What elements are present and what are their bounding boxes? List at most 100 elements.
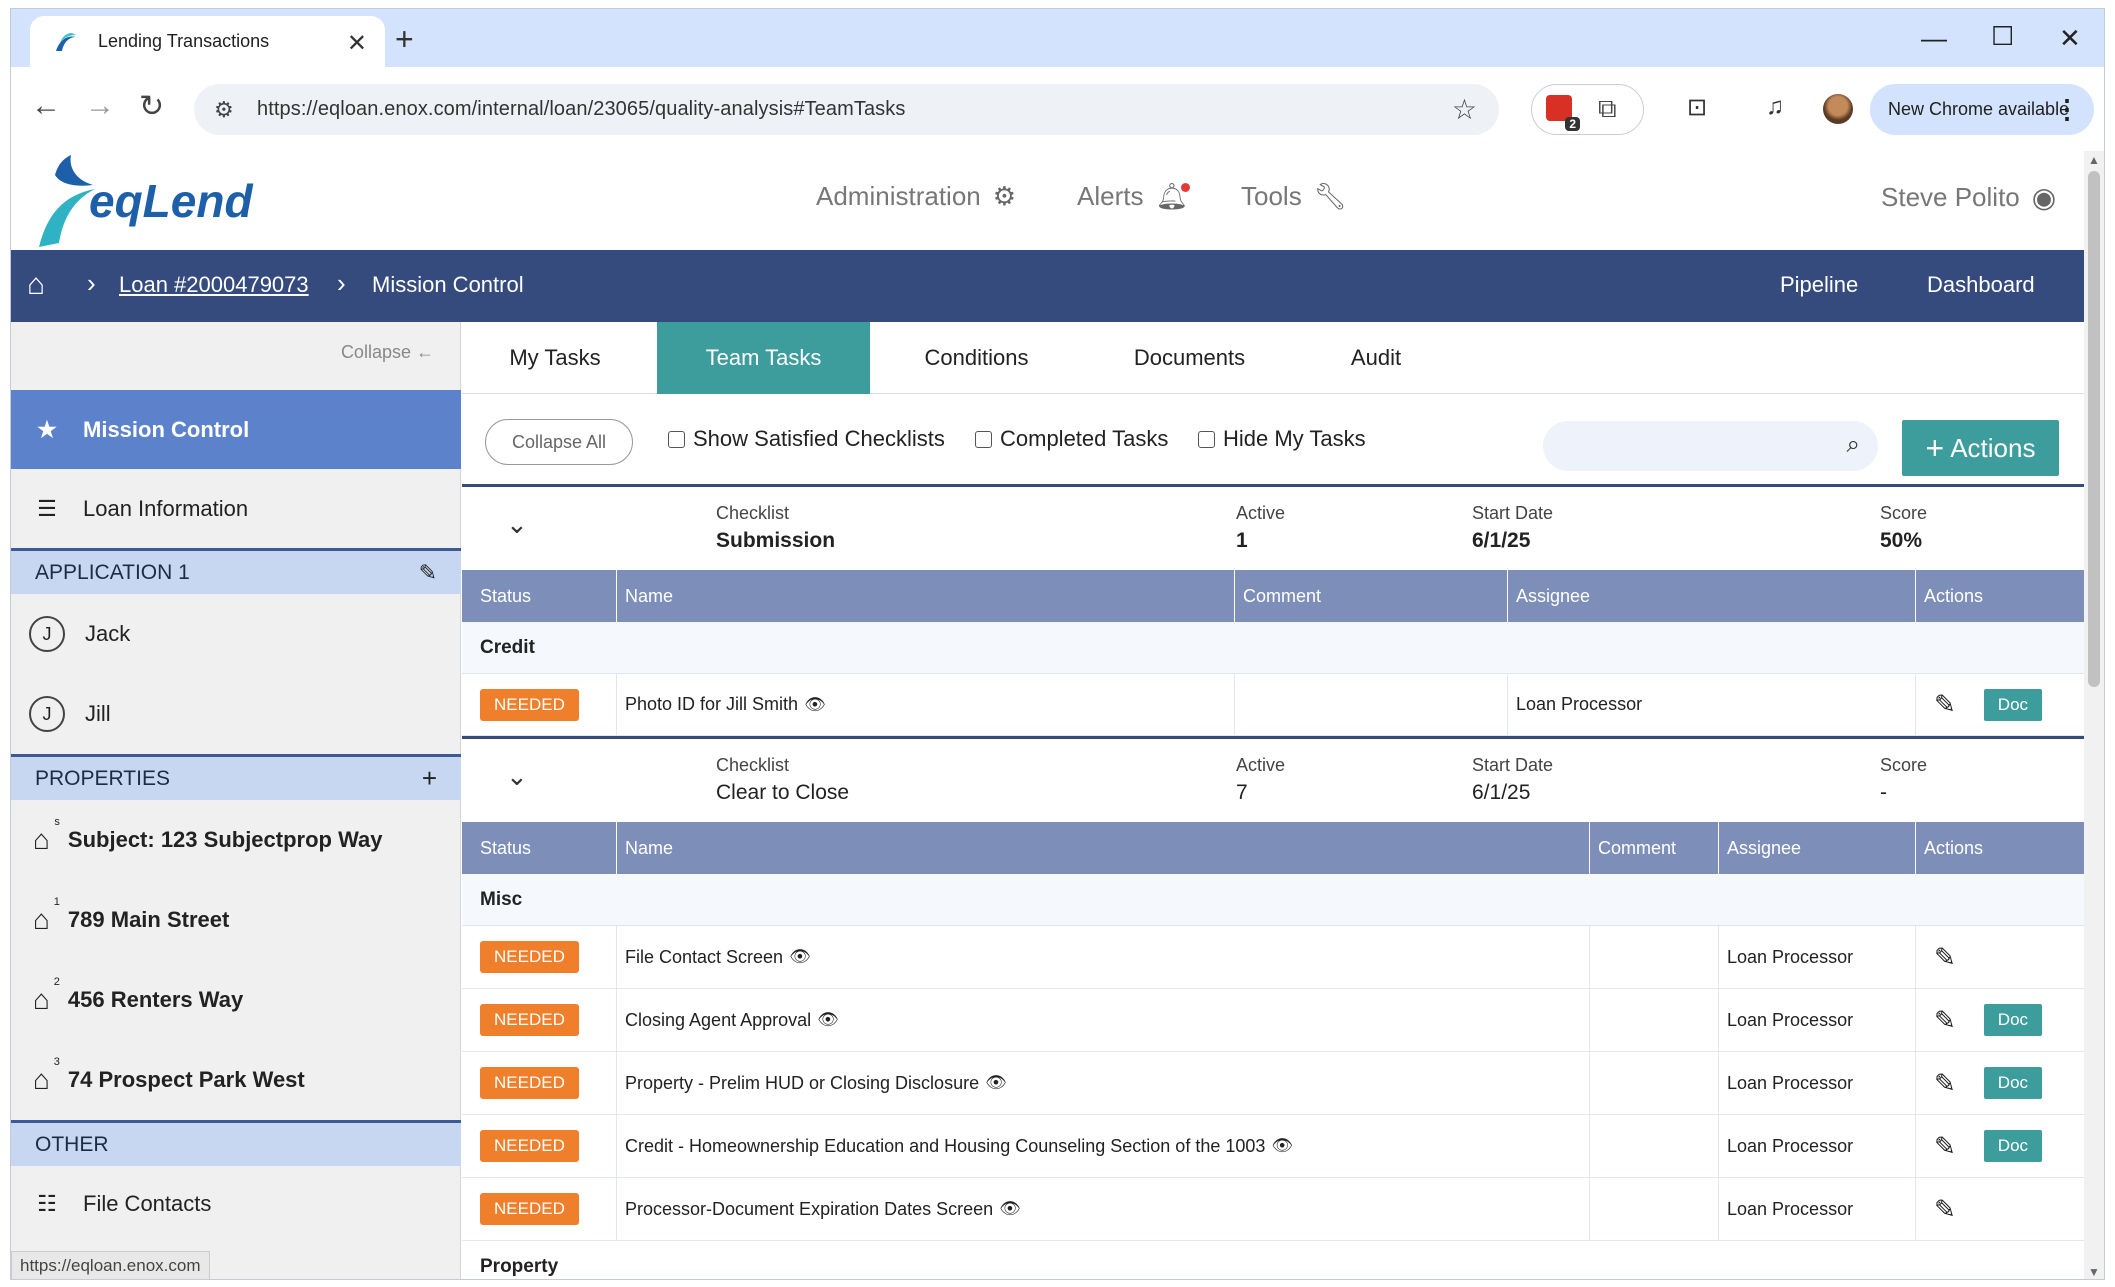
actions-button[interactable]: + Actions: [1902, 420, 2059, 476]
task-name[interactable]: Credit - Homeownership Education and Hou…: [625, 1136, 1265, 1157]
task-name[interactable]: Photo ID for Jill Smith: [625, 694, 798, 715]
dashboard-link[interactable]: Dashboard: [1927, 272, 2035, 298]
sidebar-item-property[interactable]: ⌂ 1 789 Main Street: [11, 880, 461, 960]
media-control-icon[interactable]: ♫: [1766, 93, 1784, 121]
show-satisfied-checkbox[interactable]: Show Satisfied Checklists: [668, 426, 945, 452]
table-row: NEEDED Photo ID for Jill Smith 👁︎ Loan Pr…: [462, 674, 2086, 736]
sidebar-item-applicant[interactable]: J Jack: [11, 594, 461, 674]
column-status[interactable]: Status: [462, 822, 616, 874]
eye-icon[interactable]: 👁︎: [999, 1199, 1021, 1219]
profile-avatar[interactable]: [1823, 94, 1853, 124]
search-input[interactable]: ⌕: [1543, 421, 1878, 471]
scroll-up-icon[interactable]: ▲: [2088, 153, 2100, 167]
browser-tab[interactable]: Lending Transactions ✕: [30, 16, 385, 67]
minimize-icon[interactable]: —: [1921, 23, 1947, 54]
pipeline-link[interactable]: Pipeline: [1780, 272, 1858, 298]
home-icon[interactable]: ⌂: [27, 268, 45, 302]
close-tab-icon[interactable]: ✕: [347, 29, 367, 58]
chevron-down-icon[interactable]: ⌄: [506, 761, 528, 792]
doc-button[interactable]: Doc: [1983, 1004, 2043, 1036]
scroll-down-icon[interactable]: ▼: [2088, 1265, 2100, 1279]
edit-icon[interactable]: ✎: [419, 560, 437, 586]
eye-icon[interactable]: 👁︎: [789, 947, 811, 967]
table-row: NEEDED File Contact Screen 👁︎ Loan Proces…: [462, 926, 2086, 989]
column-name[interactable]: Name: [616, 822, 1589, 874]
tab-my-tasks[interactable]: My Tasks: [462, 322, 648, 394]
tab-documents[interactable]: Documents: [1083, 322, 1296, 394]
hide-my-tasks-checkbox[interactable]: Hide My Tasks: [1198, 426, 1366, 452]
column-name[interactable]: Name: [616, 570, 1234, 622]
checklist-name: Submission: [716, 529, 836, 552]
collapse-all-button[interactable]: Collapse All: [485, 419, 633, 465]
edit-pencil-icon[interactable]: ✎: [1934, 942, 1956, 973]
doc-button[interactable]: Doc: [1983, 1130, 2043, 1162]
column-status[interactable]: Status: [462, 570, 616, 622]
sidebar-item-loan-information[interactable]: ☰ Loan Information: [11, 469, 461, 548]
sidebar-item-property[interactable]: ⌂ 3 74 Prospect Park West: [11, 1040, 461, 1120]
tab-audit[interactable]: Audit: [1296, 322, 1456, 394]
add-property-icon[interactable]: +: [422, 763, 437, 794]
bookmark-star-icon[interactable]: ☆: [1452, 93, 1477, 126]
column-assignee[interactable]: Assignee: [1507, 570, 1915, 622]
doc-button[interactable]: Doc: [1983, 688, 2043, 721]
site-settings-icon[interactable]: ⚙: [214, 97, 234, 123]
eye-icon[interactable]: 👁︎: [804, 695, 826, 715]
chevron-down-icon[interactable]: ⌄: [506, 509, 528, 540]
eqlend-logo[interactable]: eqLend: [33, 155, 273, 247]
search-icon[interactable]: ⌕: [1847, 431, 1860, 459]
collapse-sidebar-button[interactable]: Collapse ←: [341, 342, 434, 363]
task-name[interactable]: Property - Prelim HUD or Closing Disclos…: [625, 1073, 979, 1094]
completed-tasks-checkbox[interactable]: Completed Tasks: [975, 426, 1168, 452]
task-assignee: Loan Processor: [1727, 1135, 1854, 1156]
checkbox-box[interactable]: [975, 430, 992, 448]
eye-icon[interactable]: 👁︎: [985, 1073, 1007, 1093]
gear-icon: ⚙: [992, 181, 1017, 211]
tab-team-tasks[interactable]: Team Tasks: [657, 322, 870, 394]
address-bar[interactable]: ⚙ https://eqloan.enox.com/internal/loan/…: [194, 84, 1499, 135]
checkbox-box[interactable]: [1198, 430, 1215, 448]
edit-pencil-icon[interactable]: ✎: [1934, 689, 1956, 720]
back-icon[interactable]: ←: [31, 89, 61, 123]
breadcrumb-loan-link[interactable]: Loan #2000479073: [119, 272, 309, 298]
task-name[interactable]: Closing Agent Approval: [625, 1010, 811, 1031]
close-window-icon[interactable]: ✕: [2059, 23, 2081, 54]
column-comment[interactable]: Comment: [1589, 822, 1718, 874]
edit-pencil-icon[interactable]: ✎: [1934, 1005, 1956, 1036]
administration-menu[interactable]: Administration ⚙: [816, 181, 1016, 212]
edit-pencil-icon[interactable]: ✎: [1934, 1068, 1956, 1099]
chrome-update-button[interactable]: New Chrome available ⋮: [1870, 84, 2094, 135]
scrollbar-thumb[interactable]: [2088, 171, 2100, 687]
user-menu[interactable]: Steve Polito ◉: [1881, 181, 2056, 214]
eye-icon[interactable]: 👁︎: [1271, 1136, 1293, 1156]
checkbox-box[interactable]: [668, 430, 685, 448]
column-comment[interactable]: Comment: [1234, 570, 1507, 622]
checklist-header: ⌄ Checklist Submission Active 1 Start Da…: [462, 484, 2086, 570]
reload-icon[interactable]: ↻: [139, 89, 164, 124]
task-name[interactable]: File Contact Screen: [625, 947, 783, 968]
tab-conditions[interactable]: Conditions: [870, 322, 1083, 394]
alerts-menu[interactable]: Alerts 🔔︎: [1077, 181, 1191, 212]
sidebar: Collapse ← ★ Mission Control ☰ Loan Info…: [11, 322, 461, 1279]
tools-menu[interactable]: Tools 🔧︎: [1241, 181, 1347, 212]
puzzle-icon[interactable]: ⧉: [1598, 93, 1617, 125]
sidebar-item-property[interactable]: ⌂ s Subject: 123 Subjectprop Way: [11, 800, 461, 880]
edit-pencil-icon[interactable]: ✎: [1934, 1131, 1956, 1162]
extensions-group: 2 ⧉: [1531, 84, 1644, 135]
tab-search-icon[interactable]: ⊡: [1687, 93, 1707, 122]
forward-icon[interactable]: →: [85, 89, 115, 123]
vertical-scrollbar[interactable]: ▲ ▼: [2084, 151, 2104, 1279]
task-name[interactable]: Processor-Document Expiration Dates Scre…: [625, 1199, 993, 1220]
new-tab-icon[interactable]: +: [395, 21, 414, 58]
eye-icon[interactable]: 👁︎: [817, 1010, 839, 1030]
menu-dots-icon[interactable]: ⋮: [2054, 94, 2080, 125]
doc-button[interactable]: Doc: [1983, 1067, 2043, 1099]
actions-label: Actions: [1950, 432, 2036, 463]
column-assignee[interactable]: Assignee: [1718, 822, 1915, 874]
extension-icon[interactable]: 2: [1546, 95, 1580, 131]
sidebar-item-mission-control[interactable]: ★ Mission Control: [11, 390, 461, 469]
sidebar-item-applicant[interactable]: J Jill: [11, 674, 461, 754]
edit-pencil-icon[interactable]: ✎: [1934, 1194, 1956, 1225]
maximize-icon[interactable]: ☐: [1991, 21, 2014, 52]
sidebar-item-file-contacts[interactable]: ☷ File Contacts: [11, 1166, 461, 1242]
sidebar-item-property[interactable]: ⌂ 2 456 Renters Way: [11, 960, 461, 1040]
